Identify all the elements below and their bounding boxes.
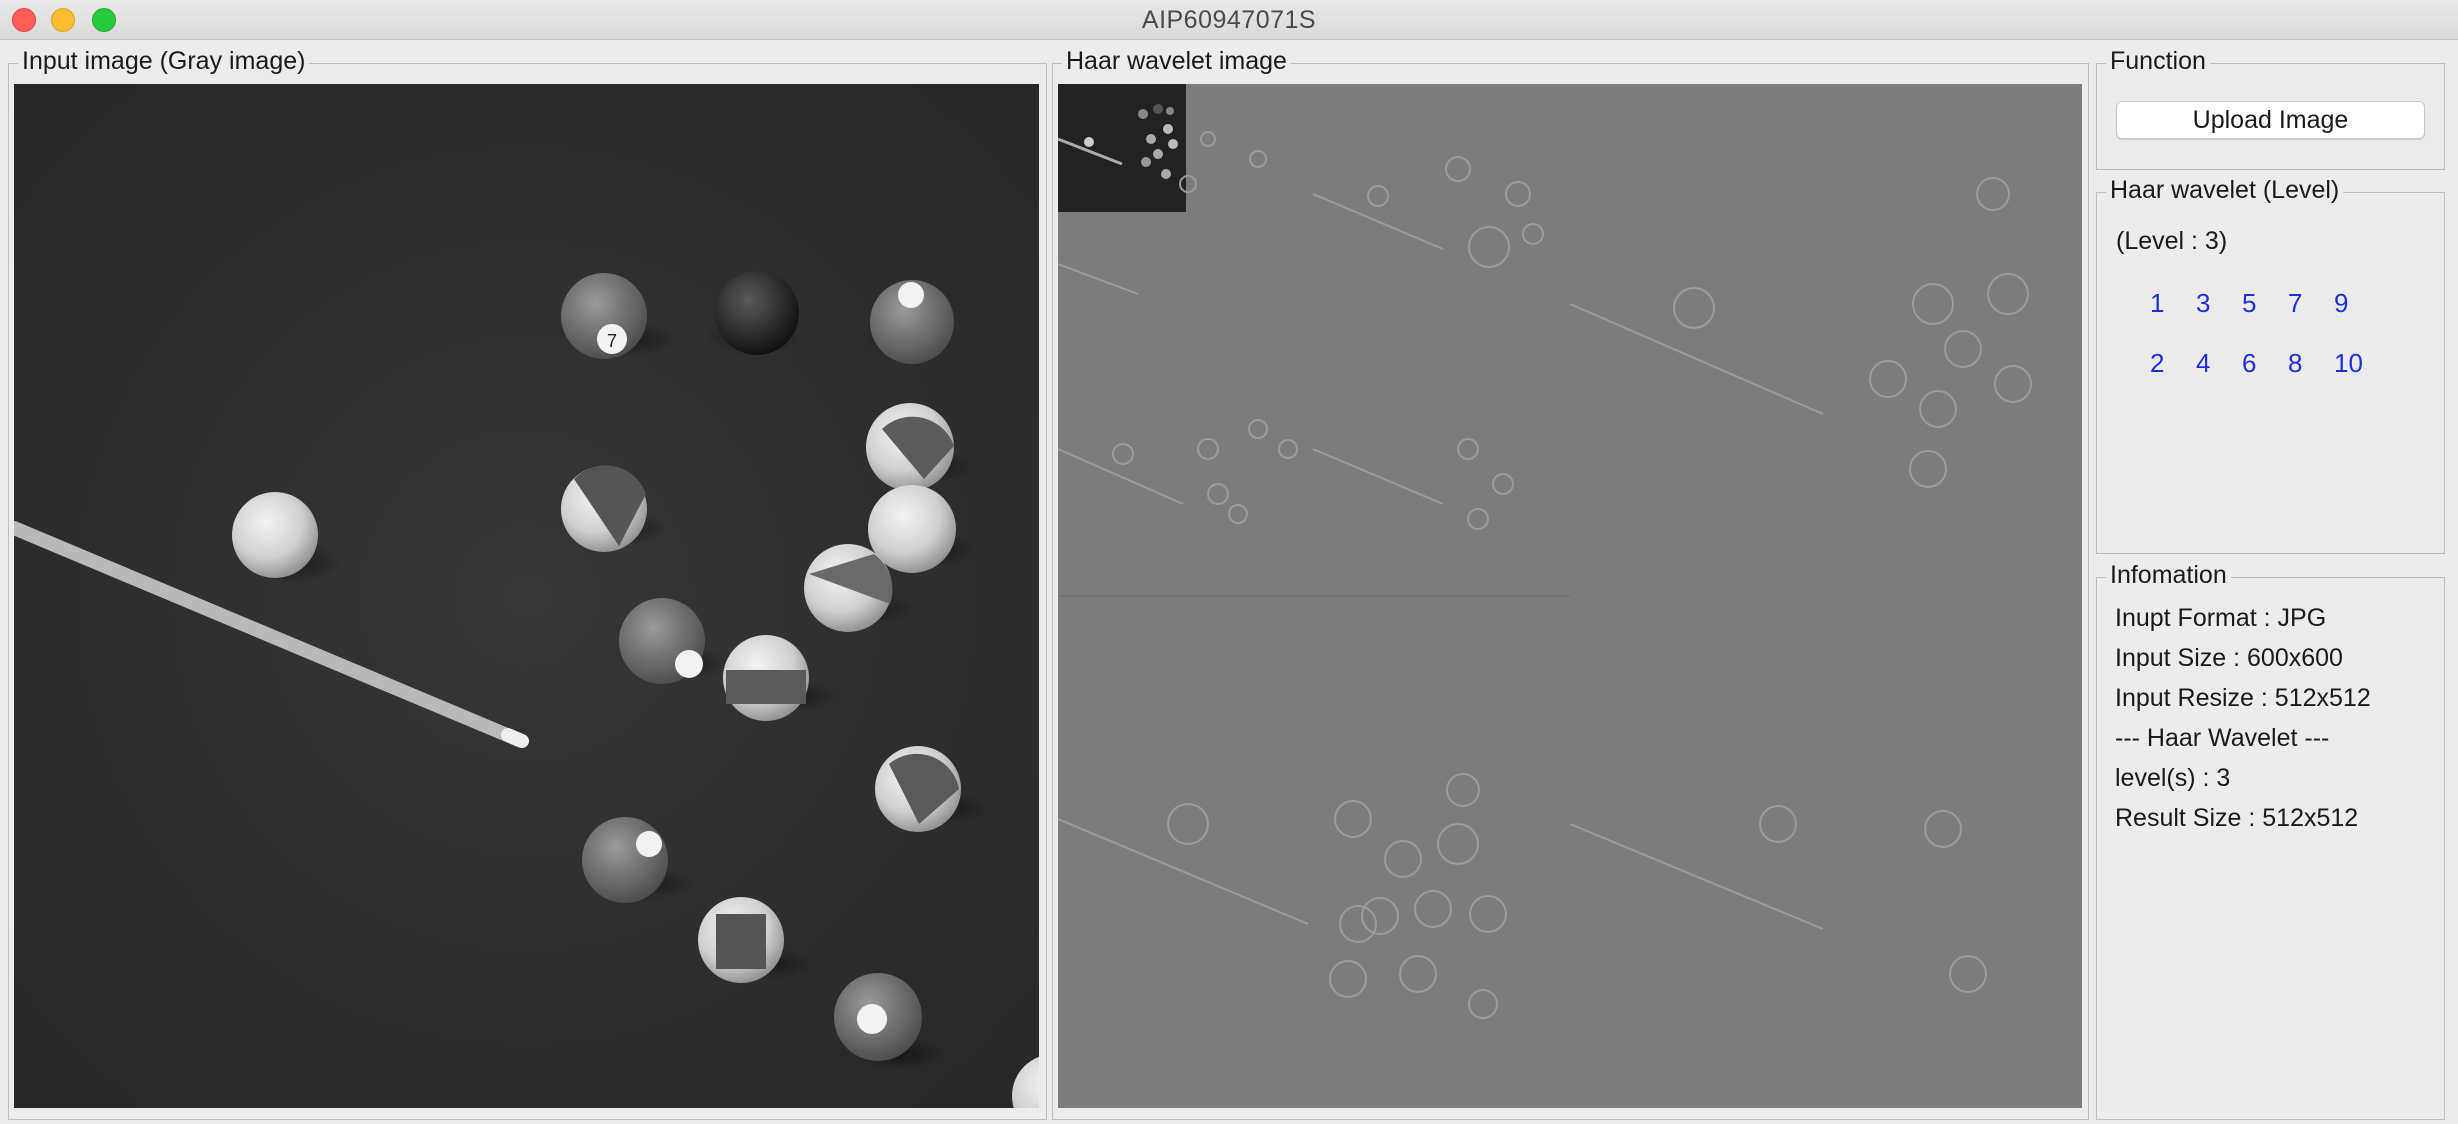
level-1-link[interactable]: 1 [2150, 288, 2164, 319]
svg-text:7: 7 [607, 331, 617, 351]
function-panel-title: Function [2106, 47, 2210, 76]
current-level-label: (Level : 3) [2116, 227, 2228, 255]
info-levels: level(s) : 3 [2115, 764, 2231, 792]
billiards-image: 7 [14, 84, 1039, 1108]
info-input-size: Input Size : 600x600 [2115, 644, 2343, 672]
level-8-link[interactable]: 8 [2288, 348, 2302, 379]
input-panel-title: Input image (Gray image) [18, 47, 310, 76]
cue-ball [232, 492, 318, 578]
level-2-link[interactable]: 2 [2150, 348, 2164, 379]
level-5-link[interactable]: 5 [2242, 288, 2256, 319]
level-4-link[interactable]: 4 [2196, 348, 2210, 379]
info-input-format: Inupt Format : JPG [2115, 604, 2327, 632]
level-7-link[interactable]: 7 [2288, 288, 2302, 319]
info-haar-header: --- Haar Wavelet --- [2115, 724, 2330, 752]
level-6-link[interactable]: 6 [2242, 348, 2256, 379]
haar-wavelet-image [1058, 84, 2082, 1108]
info-input-resize: Input Resize : 512x512 [2115, 684, 2371, 712]
level-3-link[interactable]: 3 [2196, 288, 2210, 319]
information-panel-title: Infomation [2106, 561, 2231, 590]
level-9-link[interactable]: 9 [2334, 288, 2348, 319]
haar-panel-title: Haar wavelet image [1062, 47, 1291, 76]
upload-image-button[interactable]: Upload Image [2116, 101, 2425, 139]
input-gray-image: 7 [14, 84, 1039, 1108]
window-title: AIP60947071S [1141, 6, 1317, 34]
level-panel-title: Haar wavelet (Level) [2106, 176, 2344, 205]
haar-wavelet-render [1058, 84, 2082, 1108]
title-bar: AIP60947071S [0, 0, 2458, 40]
level-10-link[interactable]: 10 [2334, 348, 2363, 379]
info-result-size: Result Size : 512x512 [2115, 804, 2359, 832]
